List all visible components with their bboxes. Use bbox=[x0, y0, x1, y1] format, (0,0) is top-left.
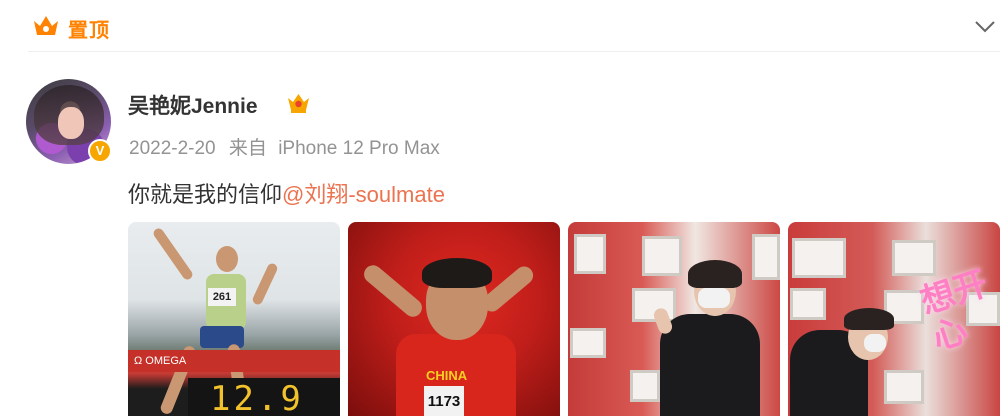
photo-grid: 261 Ω OMEGA 12.9 CHINA 1173 想开心 bbox=[128, 222, 1000, 416]
post-source: iPhone 12 Pro Max bbox=[278, 138, 440, 159]
member-crown-icon[interactable] bbox=[286, 90, 311, 115]
crown-icon bbox=[34, 16, 58, 35]
photo-4[interactable]: 想开心 bbox=[788, 222, 1000, 416]
photo-1-scoreboard: 12.9 bbox=[188, 378, 340, 416]
chevron-down-icon[interactable] bbox=[974, 16, 996, 36]
photo-2-jersey-text: CHINA bbox=[426, 368, 468, 383]
pinned-label: 置顶 bbox=[68, 20, 110, 42]
photo-2[interactable]: CHINA 1173 bbox=[348, 222, 560, 416]
mention-link[interactable]: @刘翔-soulmate bbox=[282, 182, 445, 207]
photo-1-omega-band: Ω OMEGA bbox=[128, 350, 340, 372]
photo-2-bib: 1173 bbox=[424, 386, 464, 416]
photo-1-bib: 261 bbox=[208, 288, 236, 306]
photo-3[interactable] bbox=[568, 222, 780, 416]
source-prefix: 来自 bbox=[228, 138, 267, 159]
photo-1[interactable]: 261 Ω OMEGA 12.9 bbox=[128, 222, 340, 416]
post-date[interactable]: 2022-2-20 bbox=[129, 138, 216, 159]
pinned-header: 置顶 bbox=[28, 0, 1000, 52]
weibo-post-card: 置顶 V 吴艳妮Jennie 2022-2-20 来自 iPhone 12 Pr… bbox=[0, 0, 1000, 416]
verified-badge: V bbox=[88, 139, 112, 163]
post-body: 你就是我的信仰 bbox=[128, 182, 283, 207]
post-meta: 2022-2-20 来自 iPhone 12 Pro Max bbox=[129, 133, 440, 160]
photo-4-neon-text: 想开心 bbox=[916, 264, 993, 358]
post-text: 你就是我的信仰@刘翔-soulmate bbox=[128, 177, 445, 209]
author-name[interactable]: 吴艳妮Jennie bbox=[128, 90, 258, 120]
